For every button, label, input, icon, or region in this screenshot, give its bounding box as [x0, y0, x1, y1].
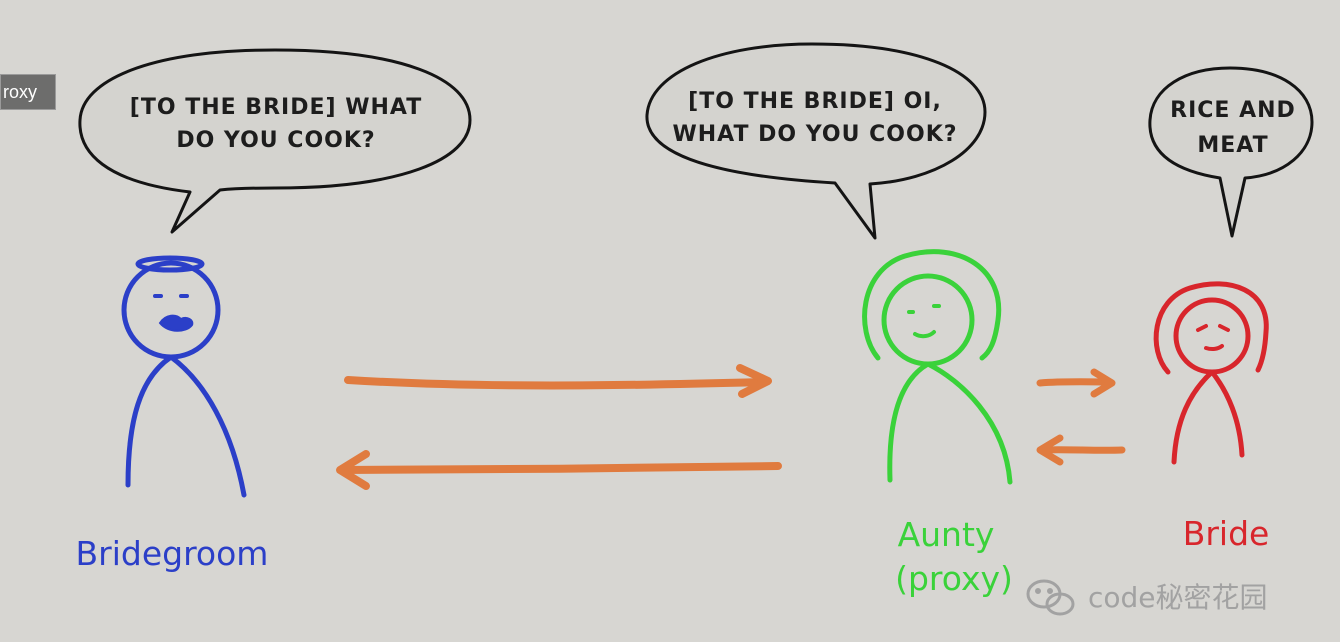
- label-bridegroom: Bridegroom: [76, 534, 269, 573]
- speech-bubble-aunty: [TO THE BRIDE] OI, WHAT DO YOU COOK?: [645, 42, 987, 240]
- proxy-tooltip: roxy: [0, 74, 56, 110]
- groom-head: [121, 260, 221, 360]
- aunty-head: [881, 273, 975, 367]
- bride-head: [1173, 297, 1251, 375]
- watermark: code秘密花园: [1026, 579, 1268, 616]
- arrow-bride-to-aunty: [1036, 434, 1126, 466]
- groom-lips-icon: [158, 314, 194, 332]
- aunty-speech-line-1: [TO THE BRIDE] OI,: [688, 89, 942, 114]
- label-aunty: Aunty: [898, 515, 995, 554]
- label-aunty-proxy: (proxy): [895, 559, 1013, 598]
- bridegroom-figure: [121, 255, 247, 498]
- speech-bubble-bride: RICE AND MEAT: [1148, 66, 1314, 238]
- arrow-aunty-to-bride: [1036, 368, 1116, 398]
- watermark-text: code秘密花园: [1088, 581, 1268, 614]
- bride-hair: [1153, 281, 1269, 375]
- speech-bubble-groom: [TO THE BRIDE] WHAT DO YOU COOK?: [78, 48, 472, 234]
- aunty-speech-line-2: WHAT DO YOU COOK?: [672, 122, 957, 147]
- label-bride: Bride: [1183, 514, 1270, 553]
- bride-figure: [1153, 281, 1269, 465]
- groom-speech-line-1: [TO THE BRIDE] WHAT: [130, 95, 422, 120]
- groom-speech-line-2: DO YOU COOK?: [176, 128, 375, 153]
- wechat-icon: [1026, 579, 1075, 616]
- bride-speech-line-2: MEAT: [1197, 133, 1268, 158]
- bride-speech-line-1: RICE AND: [1170, 98, 1296, 123]
- proxy-diagram: [TO THE BRIDE] WHAT DO YOU COOK? [TO THE…: [76, 42, 1314, 616]
- arrow-aunty-to-groom: [336, 450, 782, 490]
- aunty-figure: [862, 249, 1013, 485]
- arrow-groom-to-aunty: [344, 364, 772, 398]
